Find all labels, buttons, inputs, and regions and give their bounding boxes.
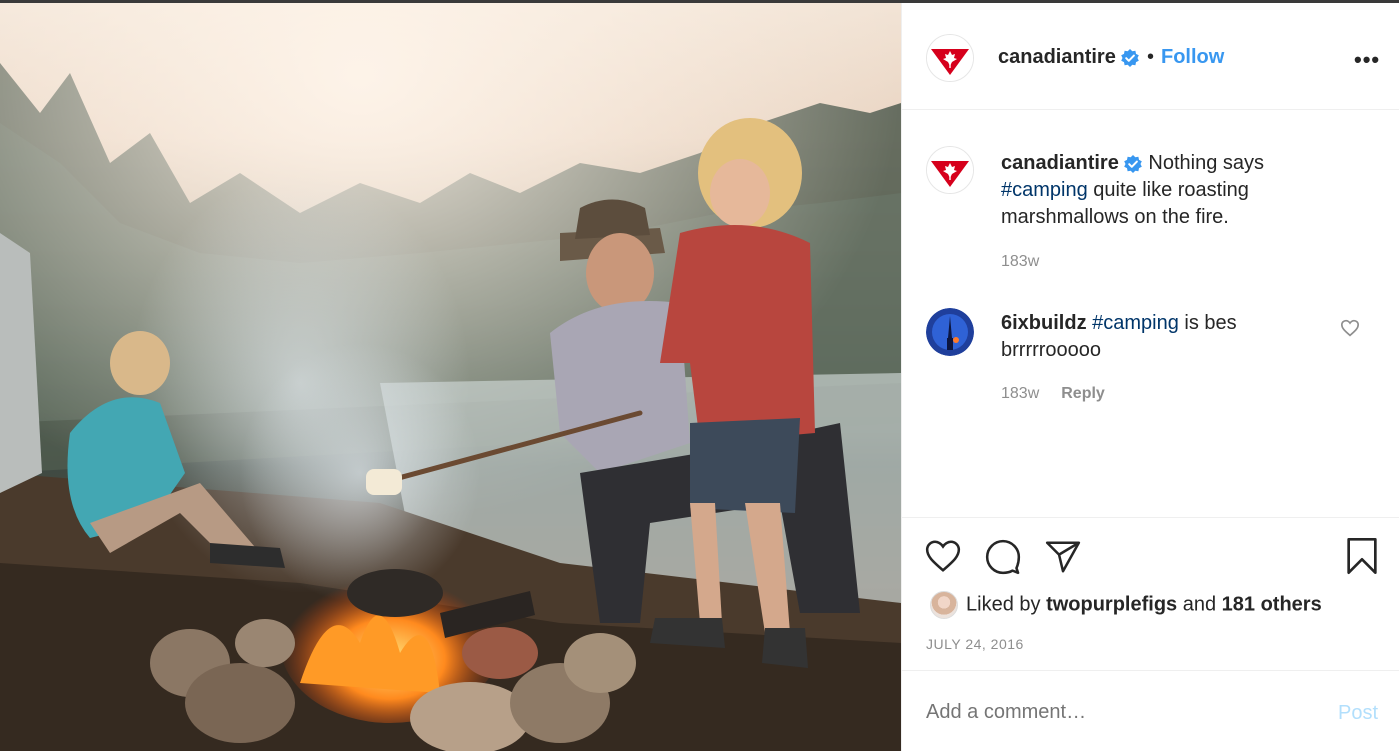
caption-username[interactable]: canadiantire [1001, 152, 1119, 174]
canadian-tire-logo-icon [927, 35, 973, 81]
comment-icon[interactable] [984, 538, 1022, 576]
post-header: canadiantire • Follow ••• [902, 3, 1399, 110]
commenter-avatar[interactable] [926, 308, 974, 356]
likes-prefix: Liked by [966, 593, 1047, 616]
comment-meta: 183w Reply [1001, 385, 1105, 403]
post-photo[interactable] [0, 3, 901, 751]
reply-button[interactable]: Reply [1061, 385, 1105, 402]
likes-others-link[interactable]: 181 others [1222, 593, 1322, 615]
post-actions: Liked by twopurplefigs and 181 others JU… [902, 517, 1399, 670]
account-avatar[interactable] [926, 34, 974, 82]
caption-text-before: Nothing says [1142, 152, 1264, 174]
likes-middle: and [1177, 593, 1222, 616]
heart-icon[interactable] [924, 538, 962, 574]
liker-avatar[interactable] [930, 591, 958, 619]
header-separator: • [1147, 46, 1155, 68]
liker-username[interactable]: twopurplefigs [1046, 593, 1177, 615]
verified-icon [1124, 154, 1142, 173]
post-side-panel: canadiantire • Follow ••• canadiantire N… [901, 3, 1399, 751]
header-username-text[interactable]: canadiantire [998, 46, 1116, 68]
share-icon[interactable] [1044, 538, 1082, 576]
add-comment-bar: Post [902, 670, 1399, 751]
comment-timestamp[interactable]: 183w [1001, 385, 1039, 402]
more-options-icon[interactable]: ••• [1354, 47, 1380, 73]
verified-icon [1121, 48, 1139, 67]
caption-avatar[interactable] [926, 146, 974, 194]
caption-text: canadiantire Nothing says #camping quite… [1001, 150, 1331, 231]
follow-button[interactable]: Follow [1161, 46, 1224, 69]
caption-hashtag-link[interactable]: #camping [1001, 179, 1088, 201]
post-comment-button[interactable]: Post [1338, 702, 1378, 725]
small-heart-icon[interactable] [1340, 319, 1360, 337]
post-date[interactable]: JULY 24, 2016 [926, 636, 1024, 652]
comment-hashtag-link[interactable]: #camping [1092, 312, 1179, 334]
camping-photo-illustration [0, 3, 901, 751]
comment-text: 6ixbuildz #camping is bes brrrrrooooo [1001, 310, 1331, 364]
likes-summary: Liked by twopurplefigs and 181 others [930, 591, 1322, 619]
add-comment-input[interactable] [926, 701, 1306, 724]
comments-section: canadiantire Nothing says #camping quite… [902, 110, 1399, 517]
caption-timestamp[interactable]: 183w [1001, 253, 1039, 271]
bookmark-icon[interactable] [1344, 536, 1380, 576]
commenter-avatar-image [926, 308, 974, 356]
comment-username[interactable]: 6ixbuildz [1001, 312, 1087, 334]
canadian-tire-logo-icon [927, 147, 973, 193]
header-username[interactable]: canadiantire [998, 46, 1140, 69]
